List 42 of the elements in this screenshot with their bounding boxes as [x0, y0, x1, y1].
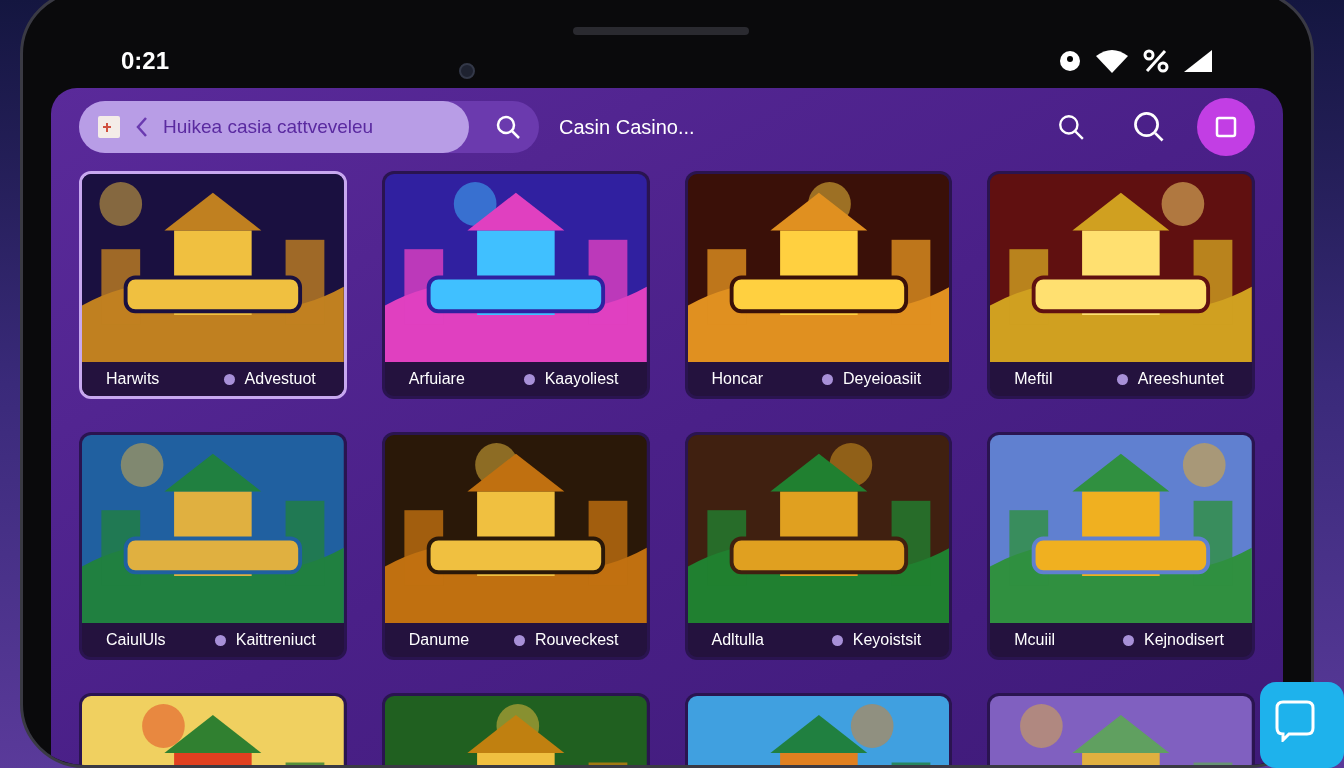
game-tag: Areeshuntet	[1137, 367, 1224, 391]
chat-button[interactable]	[1260, 682, 1344, 768]
game-title: Danume	[408, 630, 470, 650]
game-tag: Rouveckest	[534, 628, 619, 652]
game-card[interactable]: Adltulla Keyoistsit	[684, 432, 953, 660]
game-title: Honcar	[711, 369, 764, 389]
game-card[interactable]: CaiulUls Kaittreniuct	[79, 432, 347, 660]
game-tag: Kaittreniuct	[235, 628, 316, 652]
square-icon	[1215, 116, 1237, 138]
game-title: Adltulla	[711, 630, 764, 650]
status-time: 0:21	[121, 45, 170, 76]
wifi-icon	[1095, 48, 1129, 73]
game-title: Arfuiare	[408, 369, 465, 389]
search-input[interactable]: Huikea casia cattveveleu	[163, 112, 443, 142]
game-title: CaiulUls	[106, 630, 166, 650]
game-title: Mcuiil	[1014, 630, 1056, 650]
search-icon[interactable]	[495, 114, 521, 140]
back-icon[interactable]	[135, 116, 149, 138]
search-field[interactable]: Huikea casia cattveveleu	[79, 101, 469, 153]
page-title: Casin Casino...	[559, 115, 695, 140]
search-icon[interactable]	[1133, 111, 1165, 143]
game-tag: Deyeioasiit	[843, 367, 922, 391]
status-dot-icon	[1059, 49, 1081, 72]
game-tag: Kejnodisert	[1143, 628, 1224, 652]
game-tag: Keyoistsit	[852, 628, 922, 652]
game-tag: Kaayoliest	[544, 367, 619, 391]
square-button[interactable]	[1197, 98, 1255, 156]
signal-icon	[1183, 48, 1213, 73]
game-card[interactable]: Arfuiare Kaayoliest	[381, 171, 650, 399]
camera-icon	[459, 63, 475, 79]
search-icon[interactable]	[1057, 113, 1085, 141]
percent-icon	[1143, 48, 1169, 73]
game-title: Meftil	[1014, 369, 1053, 389]
game-card[interactable]: Honcar Deyeioasiit	[684, 171, 953, 399]
game-card[interactable]: Danume Rouveckest	[381, 432, 650, 660]
game-title: Harwits	[106, 369, 160, 389]
game-tag: Advestuot	[244, 367, 316, 391]
game-card[interactable]: Harwits Advestuot	[79, 171, 347, 399]
game-card[interactable]: Meftil Areeshuntet	[987, 171, 1255, 399]
app-icon	[97, 115, 121, 139]
game-card[interactable]: Mcuiil Kejnodisert	[987, 432, 1255, 660]
chat-icon	[1273, 698, 1317, 742]
